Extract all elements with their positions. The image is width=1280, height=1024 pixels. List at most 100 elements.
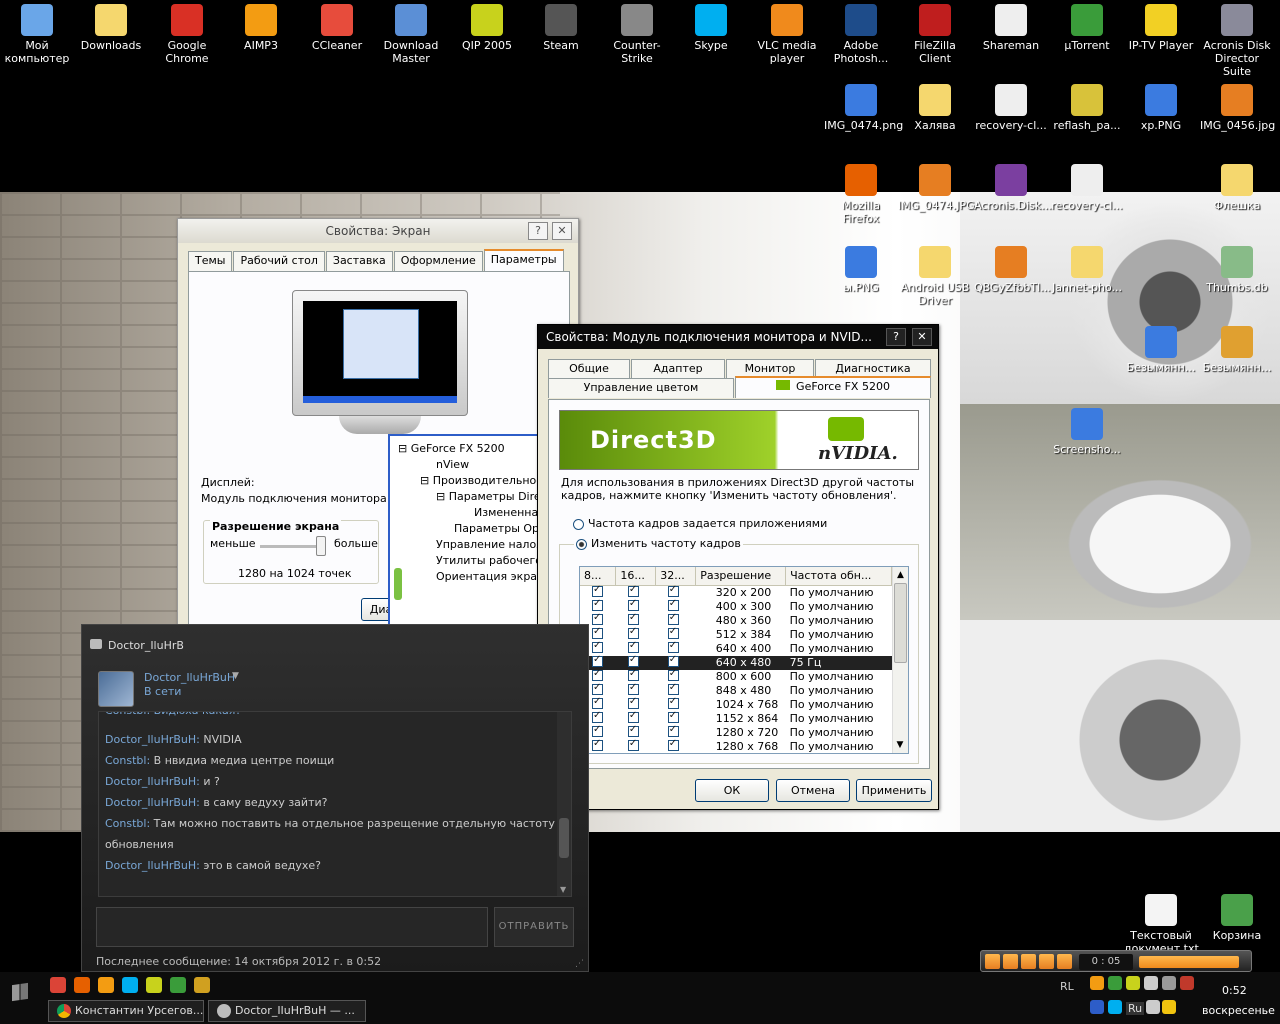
list-scrollbar[interactable]: ▲ ▼: [892, 567, 908, 753]
table-row[interactable]: 800 x 600 По умолчанию: [580, 668, 892, 684]
checkbox-checked-icon[interactable]: [667, 640, 679, 653]
desktop-icon[interactable]: Download Master: [374, 4, 448, 65]
desktop-icon[interactable]: IMG_0456.jpg: [1200, 84, 1275, 132]
scroll-thumb[interactable]: [894, 583, 907, 663]
desktop-icon[interactable]: Android USB Driver: [898, 246, 972, 307]
stop-icon[interactable]: [1021, 954, 1036, 969]
checkbox-checked-icon[interactable]: [667, 654, 679, 667]
checkbox-checked-icon[interactable]: [627, 654, 639, 667]
checkbox-checked-icon[interactable]: [627, 612, 639, 625]
network-tray-icon[interactable]: [1144, 976, 1158, 990]
checkbox-checked-icon[interactable]: [592, 668, 603, 681]
utorrent-icon[interactable]: [170, 977, 186, 993]
play-icon[interactable]: [985, 954, 1000, 969]
volume-tray-icon[interactable]: [1146, 1000, 1160, 1014]
checkbox-checked-icon[interactable]: [627, 682, 639, 695]
desktop-icon[interactable]: Мой компьютер: [0, 4, 74, 65]
column-header[interactable]: Разрешение: [695, 567, 787, 586]
desktop-icon[interactable]: QIP 2005: [450, 4, 524, 52]
desktop-icon[interactable]: Steam: [524, 4, 598, 52]
resize-grip-icon[interactable]: ⋰: [575, 959, 584, 969]
scroll-down-icon[interactable]: ▼: [893, 737, 907, 753]
checkbox-checked-icon[interactable]: [592, 640, 603, 653]
checkbox-checked-icon[interactable]: [592, 710, 603, 723]
message-author[interactable]: Doctor_IluHrBuH:: [105, 859, 200, 872]
checkbox-checked-icon[interactable]: [592, 612, 603, 625]
tab-desktop[interactable]: Рабочий стол: [233, 251, 325, 271]
media-tray-icon[interactable]: [1090, 1000, 1104, 1014]
cancel-button[interactable]: Отмена: [776, 779, 850, 802]
chat-user-name[interactable]: Doctor_IluHrBuH: [144, 671, 235, 684]
checkbox-checked-icon[interactable]: [667, 710, 679, 723]
tab-screensaver[interactable]: Заставка: [325, 251, 393, 271]
table-row[interactable]: 1024 x 768 По умолчанию: [580, 696, 892, 712]
antivirus-tray-icon[interactable]: [1180, 976, 1194, 990]
table-row[interactable]: 480 x 360 По умолчанию: [580, 612, 892, 628]
table-row[interactable]: 640 x 400 По умолчанию: [580, 640, 892, 656]
desktop-icon[interactable]: Acronis Disk Director Suite: [1200, 4, 1274, 78]
tab-general[interactable]: Общие: [548, 359, 630, 379]
skype-tray-icon[interactable]: [1108, 1000, 1122, 1014]
info-tray-icon[interactable]: [1162, 1000, 1176, 1014]
desktop-icon[interactable]: xp.PNG: [1124, 84, 1198, 132]
desktop-icon[interactable]: Counter-Strike: [600, 4, 674, 65]
table-row[interactable]: 512 x 384 По умолчанию: [580, 626, 892, 642]
desktop-icon[interactable]: Текстовый документ.txt: [1124, 894, 1199, 955]
chrome-icon[interactable]: [50, 977, 66, 993]
taskbar-task-steam-chat[interactable]: Doctor_IIuHrBuH — ...: [208, 1000, 366, 1022]
chat-scrollbar[interactable]: ▼: [557, 712, 571, 896]
table-row[interactable]: 320 x 200 По умолчанию: [580, 584, 892, 600]
desktop-icon[interactable]: VLC media player: [750, 4, 824, 65]
tab-appearance[interactable]: Оформление: [393, 251, 483, 271]
checkbox-cell[interactable]: [616, 738, 656, 754]
checkbox-checked-icon[interactable]: [667, 598, 679, 611]
desktop-icon[interactable]: recovery-cl...: [974, 84, 1048, 132]
checkbox-checked-icon[interactable]: [592, 724, 603, 737]
qip-icon[interactable]: [146, 977, 162, 993]
aimp-tray-icon[interactable]: [1090, 976, 1104, 990]
checkbox-checked-icon[interactable]: [592, 654, 603, 667]
taskbar-task-chrome[interactable]: Константин Урсегов...: [48, 1000, 204, 1022]
start-button[interactable]: [6, 978, 34, 1006]
aimp-icon[interactable]: [98, 977, 114, 993]
checkbox-checked-icon[interactable]: [667, 682, 679, 695]
chat-scroll-down-icon[interactable]: ▼: [560, 885, 566, 894]
tab-themes[interactable]: Темы: [188, 251, 233, 271]
message-author[interactable]: Doctor_IluHrBuH:: [105, 775, 200, 788]
desktop-icon[interactable]: Shareman: [974, 4, 1048, 52]
resolution-slider[interactable]: [316, 536, 326, 556]
desktop-icon[interactable]: FileZilla Client: [898, 4, 972, 65]
message-author[interactable]: Doctor_IluHrBuH:: [105, 733, 200, 746]
table-row[interactable]: 1280 x 720 По умолчанию: [580, 724, 892, 740]
desktop-icon[interactable]: Skype: [674, 4, 748, 52]
checkbox-checked-icon[interactable]: [667, 668, 679, 681]
pause-icon[interactable]: [1003, 954, 1018, 969]
avatar[interactable]: [98, 671, 134, 707]
checkbox-checked-icon[interactable]: [667, 696, 679, 709]
checkbox-checked-icon[interactable]: [627, 668, 639, 681]
desktop-icon[interactable]: Халява: [898, 84, 972, 132]
message-input[interactable]: [96, 907, 488, 947]
tab-geforce[interactable]: GeForce FX 5200: [735, 376, 931, 398]
checkbox-checked-icon[interactable]: [667, 626, 679, 639]
tab-adapter[interactable]: Адаптер: [631, 359, 725, 379]
previous-icon[interactable]: [1039, 954, 1054, 969]
column-header[interactable]: 32...: [655, 567, 697, 586]
desktop-icon[interactable]: QBGyZfbbTl...: [974, 246, 1051, 294]
desktop-icon[interactable]: Корзина: [1200, 894, 1274, 942]
desktop-icon[interactable]: reflash_pa...: [1050, 84, 1124, 132]
checkbox-checked-icon[interactable]: [592, 682, 603, 695]
desktop-icon[interactable]: Безымянн...: [1200, 326, 1274, 374]
desktop-icon[interactable]: Thumbs.db: [1200, 246, 1274, 294]
checkbox-checked-icon[interactable]: [627, 626, 639, 639]
table-row[interactable]: 400 x 300 По умолчанию: [580, 598, 892, 614]
checkbox-checked-icon[interactable]: [592, 598, 603, 611]
steam-tray-icon[interactable]: [1162, 976, 1176, 990]
clock-time[interactable]: 0:52: [1222, 984, 1247, 997]
checkbox-checked-icon[interactable]: [627, 640, 639, 653]
send-button[interactable]: ОТПРАВИТЬ: [494, 907, 574, 947]
tray-language[interactable]: Ru: [1126, 1002, 1145, 1015]
desktop-icon[interactable]: Screensho...: [1050, 408, 1124, 456]
checkbox-checked-icon[interactable]: [627, 696, 639, 709]
radio-app-controlled[interactable]: Частота кадров задается приложениями: [573, 517, 827, 530]
